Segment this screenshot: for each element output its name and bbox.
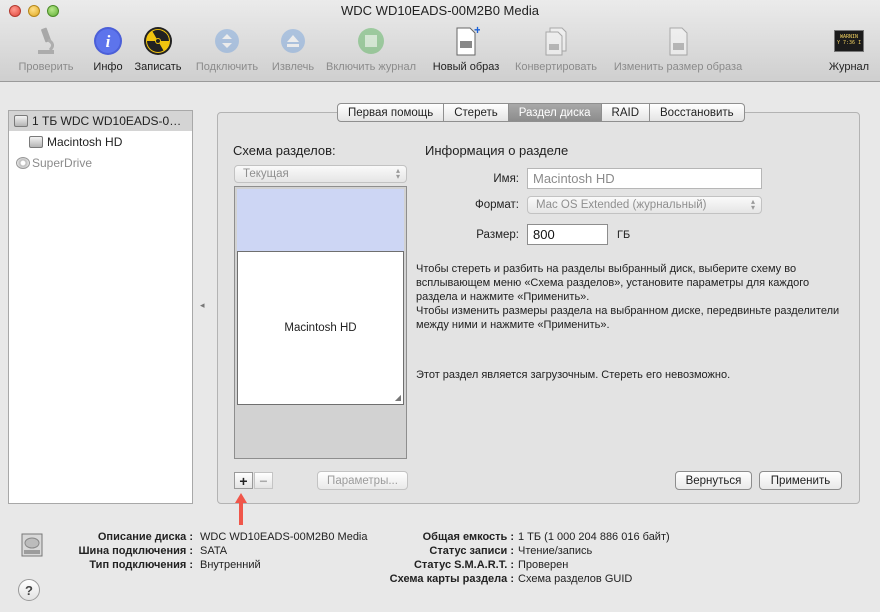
capacity-label: Общая емкость : (422, 531, 514, 543)
free-space-partition[interactable] (237, 189, 404, 251)
info-icon: i (92, 25, 124, 57)
eject-icon (277, 25, 309, 57)
partition-map-value: Схема разделов GUID (518, 573, 633, 585)
disk-description-value: WDC WD10EADS-00M2B0 Media (200, 531, 368, 543)
partition-map-label: Схема карты раздела : (389, 573, 514, 585)
name-label: Имя: (493, 173, 519, 185)
svg-text:i: i (106, 32, 111, 51)
format-label: Формат: (474, 199, 519, 211)
help-button[interactable]: ? (18, 579, 40, 601)
chevron-updown-icon: ▴ ▾ (750, 197, 755, 212)
chevron-updown-icon: ▴ ▾ (395, 166, 400, 181)
apply-button[interactable]: Применить (759, 471, 842, 490)
partition-label: Macintosh HD (284, 322, 357, 334)
write-status-value: Чтение/запись (518, 545, 593, 557)
partition-layout-value: Текущая (243, 168, 289, 180)
instructions-body: Чтобы стереть и разбить на разделы выбра… (416, 263, 840, 331)
name-field[interactable]: Macintosh HD (527, 168, 762, 189)
add-partition-button[interactable]: + (234, 472, 253, 489)
window-title: WDC WD10EADS-00M2B0 Media (341, 3, 539, 18)
tab-erase[interactable]: Стереть (444, 103, 509, 122)
connection-label: Тип подключения : (89, 559, 193, 571)
partition-layout-title: Схема разделов: (233, 143, 336, 158)
write-status-label: Статус записи : (429, 545, 514, 557)
convert-icon (540, 25, 572, 57)
hard-disk-icon (14, 115, 28, 127)
partition-layout-popup[interactable]: Текущая ▴ ▾ (234, 165, 407, 183)
svg-text:+: + (474, 25, 480, 37)
microscope-icon (30, 25, 62, 57)
volume-icon (29, 136, 43, 148)
instructions-text: Чтобы стереть и разбить на разделы выбра… (416, 262, 846, 332)
burn-button[interactable]: Записать (131, 25, 185, 77)
smart-status-label: Статус S.M.A.R.T. : (413, 559, 514, 571)
tab-restore[interactable]: Восстановить (650, 103, 745, 122)
partition-diagram: Macintosh HD ◢ (234, 186, 407, 459)
macintosh-hd-partition[interactable]: Macintosh HD ◢ (237, 251, 404, 405)
arrow-up-icon (235, 493, 247, 525)
sidebar-item-label: Macintosh HD (47, 135, 123, 149)
bus-label: Шина подключения : (78, 545, 194, 557)
enable-journal-button[interactable]: Включить журнал (323, 25, 419, 77)
capacity-value: 1 ТБ (1 000 204 886 016 байт) (518, 531, 670, 543)
disk-list: 1 ТБ WDC WD10EADS-0… Macintosh HD SuperD… (8, 110, 193, 504)
mount-button[interactable]: Подключить (191, 25, 263, 77)
format-value: Mac OS Extended (журнальный) (536, 199, 707, 211)
options-button[interactable]: Параметры... (317, 471, 408, 490)
info-button[interactable]: i Инфо (88, 25, 128, 77)
hard-drive-icon (21, 533, 43, 557)
eject-button[interactable]: Извлечь (268, 25, 318, 77)
disk-description-label: Описание диска : (97, 531, 193, 543)
toolbar: WDC WD10EADS-00M2B0 Media Проверить i Ин… (0, 0, 880, 82)
new-image-button[interactable]: + Новый образ (430, 25, 502, 77)
remove-partition-button[interactable]: − (254, 472, 273, 489)
verify-button[interactable]: Проверить (14, 25, 78, 77)
tab-first-aid[interactable]: Первая помощь (337, 103, 445, 122)
mount-icon (211, 25, 243, 57)
log-icon: WARNIN Y 7:36 I (833, 25, 865, 57)
resize-image-button[interactable]: Изменить размер образа (610, 25, 746, 77)
optical-disc-icon (16, 157, 30, 169)
sidebar-item-superdrive[interactable]: SuperDrive (9, 153, 192, 173)
partition-info-title: Информация о разделе (425, 143, 569, 158)
tab-bar: Первая помощь Стереть Раздел диска RAID … (337, 103, 745, 122)
journal-icon (355, 25, 387, 57)
sidebar-item-label: 1 ТБ WDC WD10EADS-0… (32, 114, 182, 128)
tab-raid[interactable]: RAID (601, 103, 651, 122)
connection-value: Внутренний (200, 559, 261, 571)
convert-button[interactable]: Конвертировать (510, 25, 602, 77)
sidebar-item-macintosh-hd[interactable]: Macintosh HD (9, 132, 192, 152)
smart-status-value: Проверен (518, 559, 569, 571)
log-button[interactable]: WARNIN Y 7:36 I Журнал (826, 25, 872, 77)
log-icon-text: WARNIN Y 7:36 I (834, 30, 864, 52)
radiation-icon (142, 25, 174, 57)
format-popup[interactable]: Mac OS Extended (журнальный) ▴ ▾ (527, 196, 762, 214)
revert-button[interactable]: Вернуться (675, 471, 752, 490)
resize-grip-icon[interactable]: ◢ (395, 393, 401, 402)
size-unit: ГБ (617, 229, 631, 241)
splitter-handle[interactable]: ◂ (200, 300, 205, 311)
boot-note: Этот раздел является загрузочным. Стерет… (416, 369, 731, 381)
sidebar-item-disk[interactable]: 1 ТБ WDC WD10EADS-0… (9, 111, 192, 131)
bus-value: SATA (200, 545, 228, 557)
tab-partition[interactable]: Раздел диска (508, 103, 602, 122)
new-image-icon: + (450, 25, 482, 57)
size-field[interactable]: 800 (527, 224, 608, 245)
size-label: Размер: (476, 229, 519, 241)
sidebar-item-label: SuperDrive (32, 156, 93, 170)
resize-image-icon (662, 25, 694, 57)
